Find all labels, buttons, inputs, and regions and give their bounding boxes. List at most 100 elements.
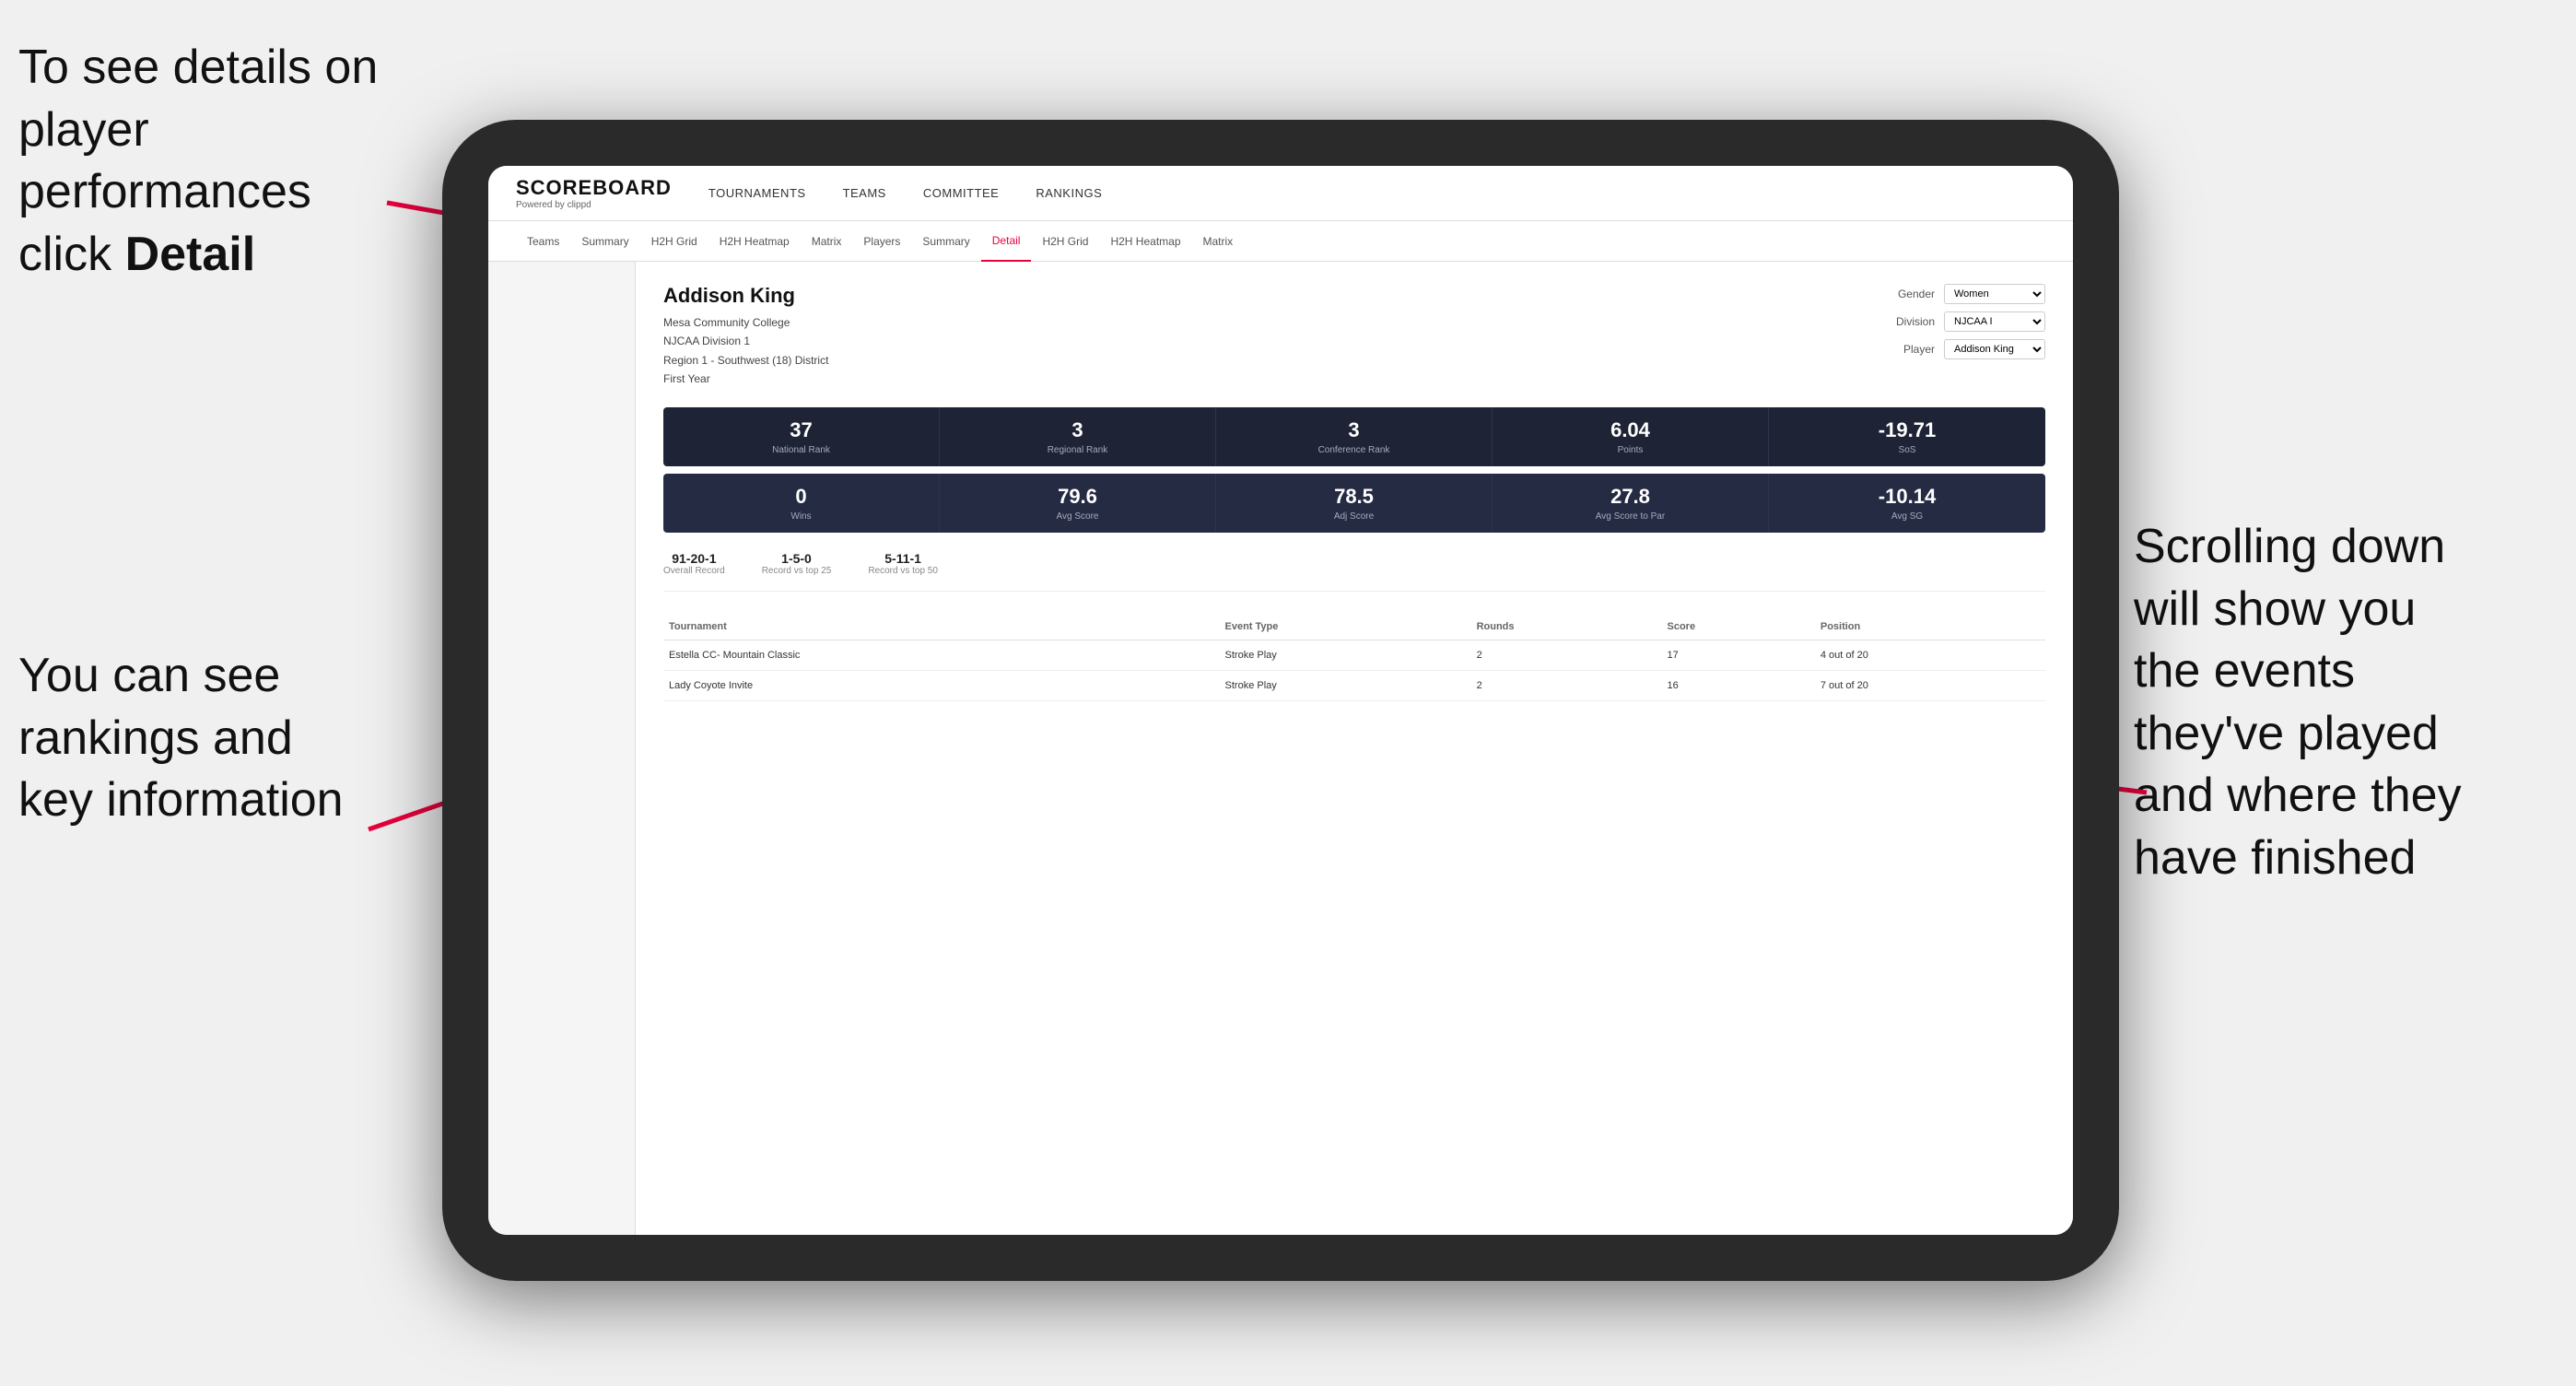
rounds-2: 2 bbox=[1471, 670, 1662, 700]
logo-sub-text: Powered by clippd bbox=[516, 200, 672, 210]
player-year: First Year bbox=[663, 370, 828, 388]
stat-adj-score: 78.5 Adj Score bbox=[1216, 474, 1493, 533]
annotation-bottom-left: You can see rankings and key information bbox=[18, 645, 369, 832]
content-area: Addison King Mesa Community College NJCA… bbox=[488, 262, 2073, 1235]
player-header: Addison King Mesa Community College NJCA… bbox=[663, 284, 2045, 389]
conference-rank-label: Conference Rank bbox=[1225, 445, 1482, 455]
player-filter-row: Player Addison King bbox=[1903, 339, 2045, 359]
tab-matrix[interactable]: Matrix bbox=[801, 221, 853, 262]
adj-score-label: Adj Score bbox=[1225, 511, 1482, 522]
nav-teams[interactable]: TEAMS bbox=[843, 186, 886, 200]
stat-national-rank: 37 National Rank bbox=[663, 407, 940, 466]
avg-score-par-value: 27.8 bbox=[1502, 485, 1759, 509]
annotation-right: Scrolling down will show you the events … bbox=[2134, 516, 2558, 890]
annotation-r-line6: have finished bbox=[2134, 831, 2416, 885]
record-top50: 5-11-1 Record vs top 50 bbox=[868, 551, 938, 576]
table-row: Estella CC- Mountain Classic Stroke Play… bbox=[663, 640, 2045, 670]
col-score: Score bbox=[1661, 614, 1814, 640]
national-rank-value: 37 bbox=[673, 418, 930, 442]
division-select[interactable]: NJCAA I NJCAA II bbox=[1944, 311, 2045, 332]
player-select[interactable]: Addison King bbox=[1944, 339, 2045, 359]
top50-record-label: Record vs top 50 bbox=[868, 566, 938, 576]
tab-players[interactable]: Players bbox=[852, 221, 911, 262]
table-header: Tournament Event Type Rounds Score Posit… bbox=[663, 614, 2045, 640]
sidebar-panel bbox=[488, 262, 636, 1235]
player-name: Addison King bbox=[663, 284, 828, 308]
tab-h2h-heatmap2[interactable]: H2H Heatmap bbox=[1099, 221, 1191, 262]
points-label: Points bbox=[1502, 445, 1759, 455]
overall-record-value: 91-20-1 bbox=[663, 551, 725, 566]
tab-teams[interactable]: Teams bbox=[516, 221, 570, 262]
annotation-bl-line3: key information bbox=[18, 773, 344, 827]
annotation-bl-line2: rankings and bbox=[18, 711, 293, 765]
tab-h2h-heatmap[interactable]: H2H Heatmap bbox=[708, 221, 801, 262]
stat-regional-rank: 3 Regional Rank bbox=[940, 407, 1216, 466]
conference-rank-value: 3 bbox=[1225, 418, 1482, 442]
tablet-frame: SCOREBOARD Powered by clippd TOURNAMENTS… bbox=[442, 120, 2119, 1281]
tab-summary[interactable]: Summary bbox=[570, 221, 639, 262]
overall-record-label: Overall Record bbox=[663, 566, 725, 576]
stat-wins: 0 Wins bbox=[663, 474, 940, 533]
score-2: 16 bbox=[1661, 670, 1814, 700]
col-rounds: Rounds bbox=[1471, 614, 1662, 640]
app-header: SCOREBOARD Powered by clippd TOURNAMENTS… bbox=[488, 166, 2073, 221]
table-row: Lady Coyote Invite Stroke Play 2 16 7 ou… bbox=[663, 670, 2045, 700]
player-school: Mesa Community College bbox=[663, 313, 828, 332]
tab-h2h-grid[interactable]: H2H Grid bbox=[640, 221, 708, 262]
rounds-1: 2 bbox=[1471, 640, 1662, 670]
tablet-screen: SCOREBOARD Powered by clippd TOURNAMENTS… bbox=[488, 166, 2073, 1235]
event-type-2: Stroke Play bbox=[1220, 670, 1471, 700]
annotation-line2: player performances bbox=[18, 103, 311, 219]
scoreboard-logo: SCOREBOARD Powered by clippd bbox=[516, 176, 672, 210]
regional-rank-label: Regional Rank bbox=[949, 445, 1206, 455]
table-header-row: Tournament Event Type Rounds Score Posit… bbox=[663, 614, 2045, 640]
logo-main-text: SCOREBOARD bbox=[516, 176, 672, 200]
player-label: Player bbox=[1903, 343, 1935, 356]
sos-label: SoS bbox=[1778, 445, 2036, 455]
top25-record-label: Record vs top 25 bbox=[762, 566, 832, 576]
player-info: Addison King Mesa Community College NJCA… bbox=[663, 284, 828, 389]
annotation-bl-line1: You can see bbox=[18, 649, 280, 702]
main-nav: TOURNAMENTS TEAMS COMMITTEE RANKINGS bbox=[708, 186, 1102, 200]
record-top25: 1-5-0 Record vs top 25 bbox=[762, 551, 832, 576]
tab-summary2[interactable]: Summary bbox=[911, 221, 980, 262]
sub-nav: Teams Summary H2H Grid H2H Heatmap Matri… bbox=[488, 221, 2073, 262]
tab-detail[interactable]: Detail bbox=[981, 221, 1032, 262]
avg-score-value: 79.6 bbox=[949, 485, 1206, 509]
stats-grid-2: 0 Wins 79.6 Avg Score 78.5 Adj Score 27.… bbox=[663, 474, 2045, 533]
annotation-r-line2: will show you bbox=[2134, 582, 2416, 636]
wins-label: Wins bbox=[673, 511, 930, 522]
annotation-line1: To see details on bbox=[18, 41, 378, 94]
top50-record-value: 5-11-1 bbox=[868, 551, 938, 566]
player-filters: Gender Women Men Division NJCAA I NJCAA … bbox=[1896, 284, 2045, 389]
position-2: 7 out of 20 bbox=[1815, 670, 2045, 700]
nav-tournaments[interactable]: TOURNAMENTS bbox=[708, 186, 806, 200]
division-label: Division bbox=[1896, 315, 1935, 328]
record-overall: 91-20-1 Overall Record bbox=[663, 551, 725, 576]
annotation-top-left: To see details on player performances cl… bbox=[18, 37, 405, 286]
avg-sg-value: -10.14 bbox=[1778, 485, 2036, 509]
national-rank-label: National Rank bbox=[673, 445, 930, 455]
nav-rankings[interactable]: RANKINGS bbox=[1036, 186, 1102, 200]
col-tournament: Tournament bbox=[663, 614, 1220, 640]
stat-sos: -19.71 SoS bbox=[1769, 407, 2045, 466]
gender-select[interactable]: Women Men bbox=[1944, 284, 2045, 304]
points-value: 6.04 bbox=[1502, 418, 1759, 442]
tab-matrix2[interactable]: Matrix bbox=[1192, 221, 1245, 262]
tab-h2h-grid2[interactable]: H2H Grid bbox=[1031, 221, 1099, 262]
annotation-r-line1: Scrolling down bbox=[2134, 520, 2445, 573]
annotation-r-line3: the events bbox=[2134, 644, 2355, 698]
main-panel: Addison King Mesa Community College NJCA… bbox=[636, 262, 2073, 1235]
gender-filter-row: Gender Women Men bbox=[1898, 284, 2045, 304]
regional-rank-value: 3 bbox=[949, 418, 1206, 442]
position-1: 4 out of 20 bbox=[1815, 640, 2045, 670]
avg-score-label: Avg Score bbox=[949, 511, 1206, 522]
tournament-name-1: Estella CC- Mountain Classic bbox=[663, 640, 1220, 670]
division-filter-row: Division NJCAA I NJCAA II bbox=[1896, 311, 2045, 332]
avg-sg-label: Avg SG bbox=[1778, 511, 2036, 522]
stat-points: 6.04 Points bbox=[1493, 407, 1769, 466]
table-body: Estella CC- Mountain Classic Stroke Play… bbox=[663, 640, 2045, 700]
stat-avg-score-par: 27.8 Avg Score to Par bbox=[1493, 474, 1769, 533]
stats-grid-1: 37 National Rank 3 Regional Rank 3 Confe… bbox=[663, 407, 2045, 466]
nav-committee[interactable]: COMMITTEE bbox=[923, 186, 1000, 200]
